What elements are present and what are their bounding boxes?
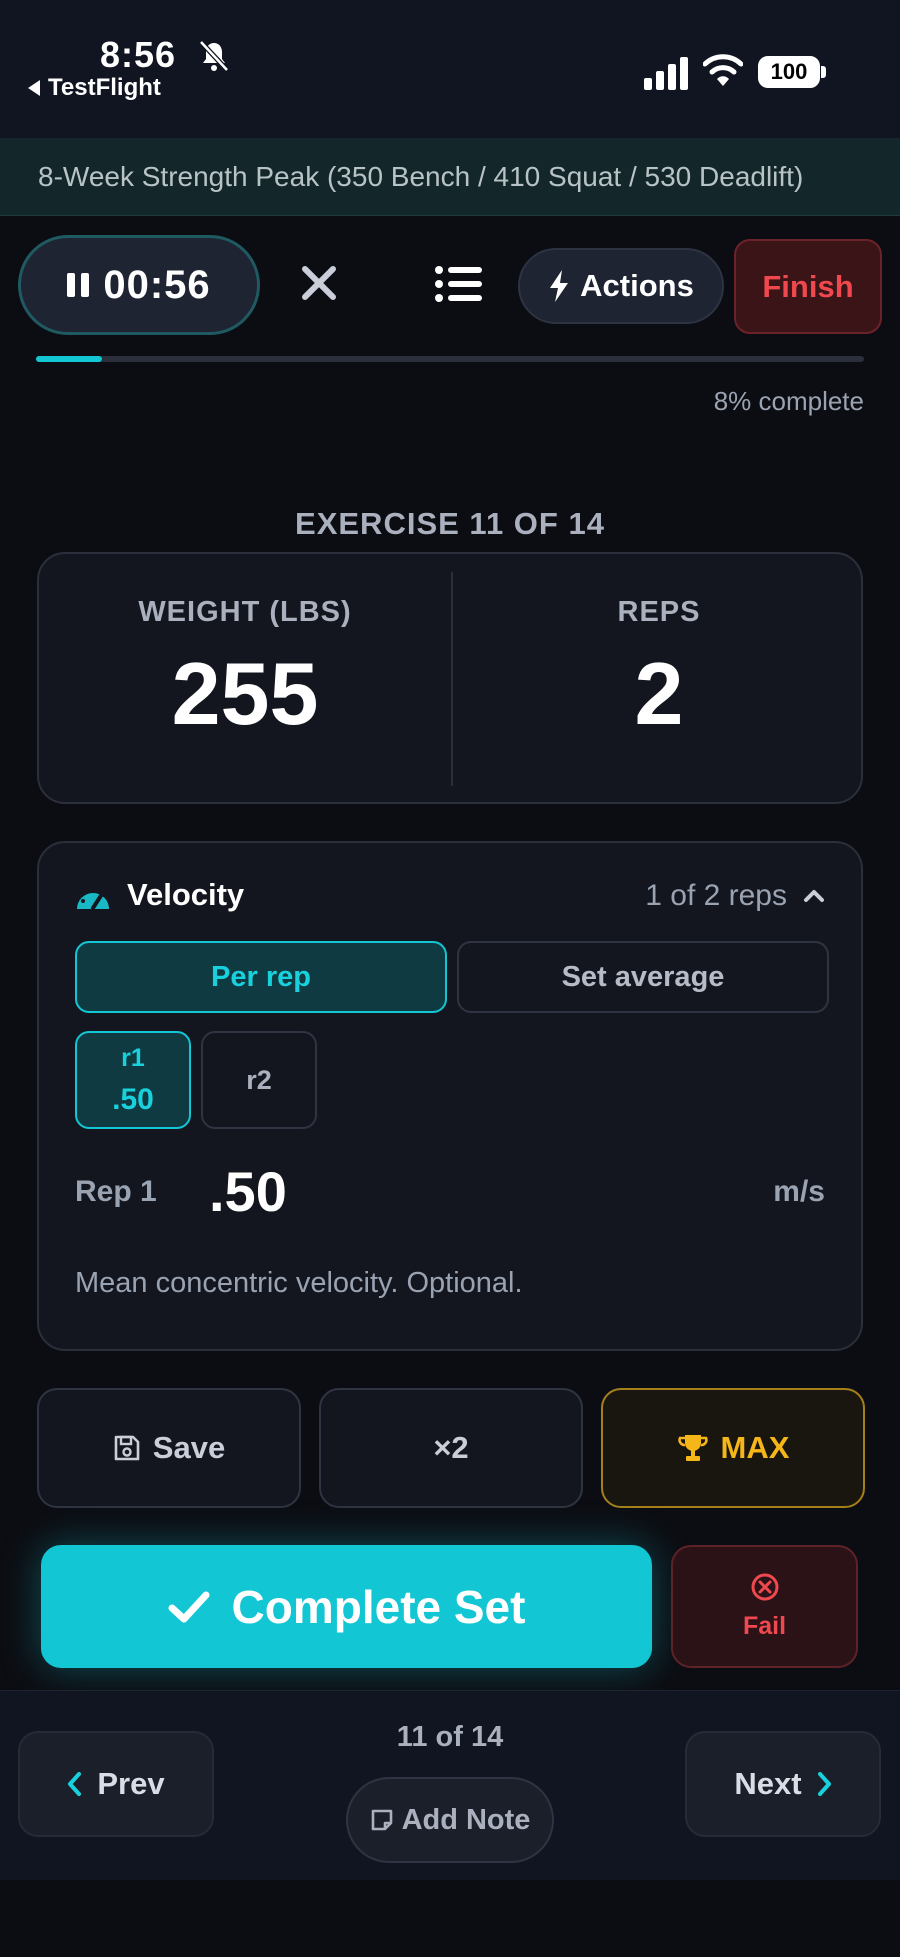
actions-button[interactable]: Actions xyxy=(518,248,724,324)
rest-timer-button[interactable]: 00:56 xyxy=(18,235,260,335)
velocity-unit: m/s xyxy=(773,1175,825,1208)
fail-button[interactable]: Fail xyxy=(671,1545,858,1668)
back-to-app[interactable]: TestFlight xyxy=(28,74,161,102)
fail-label: Fail xyxy=(742,1612,787,1640)
rep-chip-r1[interactable]: r1 .50 xyxy=(75,1031,191,1129)
gauge-icon xyxy=(77,886,109,910)
floppy-disk-icon xyxy=(114,1435,140,1461)
actions-label: Actions xyxy=(580,268,694,303)
chevron-left-icon xyxy=(68,1772,82,1796)
add-note-label: Add Note xyxy=(401,1803,531,1836)
program-title: 8-Week Strength Peak (350 Bench / 410 Sq… xyxy=(38,160,804,192)
velocity-title: Velocity xyxy=(127,877,245,912)
chevron-up-icon[interactable] xyxy=(801,883,827,909)
bolt-icon xyxy=(550,270,569,302)
program-banner[interactable]: 8-Week Strength Peak (350 Bench / 410 Sq… xyxy=(0,138,900,216)
timer-value: 00:56 xyxy=(103,262,211,307)
reps-value: 2 xyxy=(634,643,684,743)
chevron-right-icon xyxy=(817,1772,831,1796)
bottom-navigation: Prev 11 of 14 Add Note Next xyxy=(0,1690,900,1880)
status-bar: 8:56 TestFlight 100 xyxy=(0,0,900,138)
save-label: Save xyxy=(152,1430,226,1465)
workout-progress-fill xyxy=(36,356,103,362)
prev-label: Prev xyxy=(97,1766,165,1801)
weight-value: 255 xyxy=(171,643,319,743)
weight-reps-card: WEIGHT (LBS) 255 REPS 2 xyxy=(37,552,863,804)
weight-caption: WEIGHT (LBS) xyxy=(138,595,352,628)
add-note-button[interactable]: Add Note xyxy=(346,1777,554,1863)
workout-progress-bar xyxy=(36,356,864,362)
checkmark-icon xyxy=(168,1591,210,1622)
rep-chip-value: .50 xyxy=(112,1082,154,1116)
status-time: 8:56 xyxy=(100,34,177,75)
velocity-hint: Mean concentric velocity. Optional. xyxy=(75,1267,523,1299)
bell-slash-icon xyxy=(199,40,229,72)
mode-per-rep-button[interactable]: Per rep xyxy=(75,941,447,1013)
rep-chip-r2[interactable]: r2 xyxy=(201,1031,317,1129)
signal-icon xyxy=(644,57,688,90)
complete-set-button[interactable]: Complete Set xyxy=(41,1545,652,1668)
x-circle-icon xyxy=(751,1573,778,1601)
next-label: Next xyxy=(734,1766,802,1801)
pause-icon xyxy=(67,273,90,297)
reps-field[interactable]: REPS 2 xyxy=(453,554,865,806)
mode-set-average-button[interactable]: Set average xyxy=(457,941,829,1013)
back-arrow-icon xyxy=(28,80,40,96)
finish-button[interactable]: Finish xyxy=(734,239,882,334)
velocity-rep-count[interactable]: 1 of 2 reps xyxy=(645,879,787,913)
exercise-position-label: EXERCISE 11 OF 14 xyxy=(295,506,605,541)
next-button[interactable]: Next xyxy=(685,1731,881,1837)
note-icon xyxy=(371,1809,392,1831)
velocity-card: Velocity 1 of 2 reps Per rep Set average… xyxy=(37,841,863,1351)
weight-field[interactable]: WEIGHT (LBS) 255 xyxy=(39,554,451,806)
complete-set-label: Complete Set xyxy=(231,1580,526,1633)
back-app-label: TestFlight xyxy=(48,74,161,101)
velocity-input[interactable]: .50 xyxy=(209,1159,287,1224)
save-button[interactable]: Save xyxy=(37,1388,301,1508)
rep-chip-label: r1 xyxy=(121,1043,145,1072)
list-icon[interactable] xyxy=(434,264,484,304)
trophy-icon xyxy=(677,1435,708,1461)
reps-caption: REPS xyxy=(617,595,701,628)
multiplier-button[interactable]: ×2 xyxy=(319,1388,583,1508)
rep-chip-label: r2 xyxy=(246,1064,272,1095)
battery-indicator: 100 xyxy=(758,56,820,88)
max-label: MAX xyxy=(720,1430,790,1465)
page-bottom-area xyxy=(0,1880,900,1957)
wifi-icon xyxy=(703,54,743,86)
close-icon[interactable] xyxy=(298,262,340,304)
rep-label: Rep 1 xyxy=(75,1175,157,1208)
progress-label: 8% complete xyxy=(713,386,864,416)
battery-nub xyxy=(821,66,826,78)
max-button[interactable]: MAX xyxy=(601,1388,865,1508)
